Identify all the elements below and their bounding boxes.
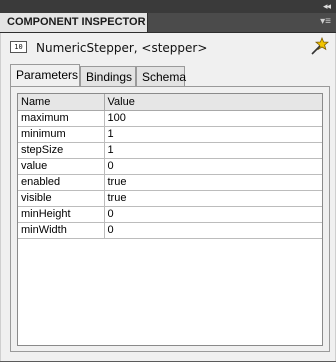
collapse-icon[interactable]: ◂◂	[323, 1, 331, 12]
param-value[interactable]: true	[104, 190, 322, 207]
panel-menu-icon[interactable]: ▾≡	[320, 16, 331, 28]
column-header-value[interactable]: Value	[104, 94, 322, 111]
table-row[interactable]: minimum 1	[18, 126, 322, 143]
param-value[interactable]: true	[104, 174, 322, 191]
magic-wand-icon[interactable]	[311, 37, 329, 55]
parameters-panel: Name Value maximum 100 minimum 1 stepSiz…	[10, 86, 330, 352]
param-value[interactable]: 0	[104, 158, 322, 175]
table-row[interactable]: visible true	[18, 190, 322, 207]
grid-header-row: Name Value	[18, 94, 322, 111]
param-name: value	[18, 158, 105, 175]
table-row[interactable]: enabled true	[18, 174, 322, 191]
param-value[interactable]: 1	[104, 126, 322, 143]
panel-tab-bar: COMPONENT INSPECTOR ▾≡	[0, 13, 336, 33]
tab-schema[interactable]: Schema	[136, 66, 186, 86]
param-name: enabled	[18, 174, 105, 191]
param-name: visible	[18, 190, 105, 207]
param-value[interactable]: 0	[104, 206, 322, 223]
panel-top-strip: ◂◂	[0, 0, 336, 13]
table-row[interactable]: minHeight 0	[18, 206, 322, 223]
param-value[interactable]: 100	[104, 110, 322, 127]
param-value[interactable]: 1	[104, 142, 322, 159]
table-row[interactable]: value 0	[18, 158, 322, 175]
parameters-grid: Name Value maximum 100 minimum 1 stepSiz…	[17, 93, 323, 346]
param-name: stepSize	[18, 142, 105, 159]
tab-parameters[interactable]: Parameters	[10, 64, 80, 86]
tab-bindings[interactable]: Bindings	[80, 66, 136, 86]
table-row[interactable]: minWidth 0	[18, 222, 322, 239]
table-row[interactable]: maximum 100	[18, 110, 322, 127]
param-name: minWidth	[18, 222, 105, 239]
param-name: minimum	[18, 126, 105, 143]
numeric-stepper-icon: 10	[10, 41, 27, 53]
param-name: minHeight	[18, 206, 105, 223]
panel-title-tab[interactable]: COMPONENT INSPECTOR	[0, 13, 148, 32]
table-row[interactable]: stepSize 1	[18, 142, 322, 159]
param-name: maximum	[18, 110, 105, 127]
column-header-name[interactable]: Name	[18, 94, 105, 111]
param-value[interactable]: 0	[104, 222, 322, 239]
component-title: NumericStepper, <stepper>	[36, 41, 208, 55]
inspector-content: 10 NumericStepper, <stepper> Parameters …	[0, 33, 336, 361]
